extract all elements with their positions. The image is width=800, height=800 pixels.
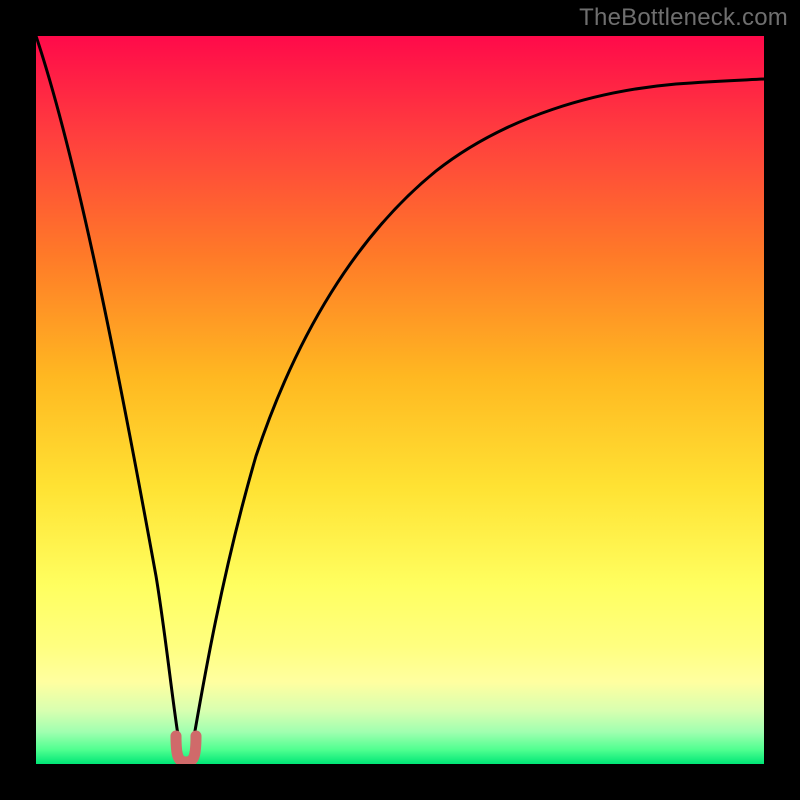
chart-frame: TheBottleneck.com [0, 0, 800, 800]
watermark-text: TheBottleneck.com [579, 4, 788, 32]
bottleneck-curve [36, 36, 764, 760]
plot-area [36, 36, 764, 764]
dip-marker-icon [176, 736, 196, 762]
curve-layer [36, 36, 764, 764]
